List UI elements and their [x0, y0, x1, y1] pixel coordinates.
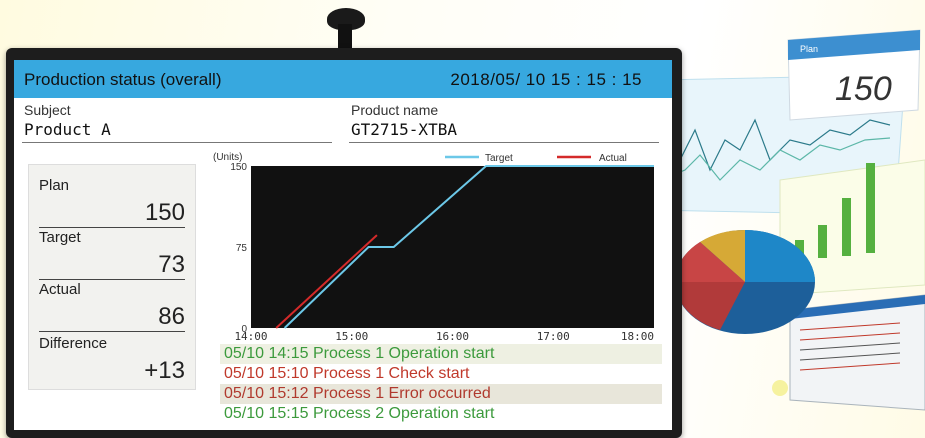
subject-value: Product A [24, 120, 111, 139]
summary-panel: Plan 150 Target 73 Actual 86 Difference … [28, 164, 196, 390]
page-title: Production status (overall) [24, 70, 222, 89]
x-tick-label: 17:00 [537, 330, 570, 343]
plot-area [251, 166, 654, 328]
x-tick-label: 15:00 [335, 330, 368, 343]
subject-underline [22, 142, 332, 143]
actual-value: 86 [158, 303, 185, 330]
legend-actual-label: Actual [599, 153, 627, 164]
log-entry: 05/10 14:15 Process 1 Operation start [220, 344, 662, 364]
x-tick-label: 14:00 [234, 330, 267, 343]
actual-underline [39, 331, 185, 332]
plan-value: 150 [144, 199, 185, 226]
log-entry: 05/10 15:15 Process 2 Operation start [220, 404, 662, 424]
target-label: Target [39, 229, 81, 246]
difference-value: +13 [144, 357, 185, 384]
y-tick-label: 75 [236, 243, 248, 254]
plan-card-value: 150 [835, 70, 892, 108]
production-chart: (Units) Target Actual 150750 14:00 15:00 1… [213, 152, 654, 343]
plan-card-label: Plan [800, 44, 818, 54]
log-entry: 05/10 15:10 Process 1 Check start [220, 364, 662, 384]
dashboard-screen: Production status (overall) 2018/05/ 10 … [14, 60, 672, 430]
target-underline [39, 279, 185, 280]
subject-label: Subject [24, 102, 71, 118]
title-bar: Production status (overall) 2018/05/ 10 … [14, 60, 672, 98]
x-tick-label: 18:00 [621, 330, 654, 343]
legend-target-label: Target [485, 153, 513, 164]
product-name-underline [349, 142, 659, 143]
y-tick-label: 150 [230, 162, 247, 173]
log-entry: 05/10 15:12 Process 1 Error occurred [220, 384, 662, 404]
product-name-value: GT2715-XTBA [351, 120, 457, 139]
plan-label: Plan [39, 177, 70, 194]
plan-underline [39, 227, 185, 228]
target-value: 73 [158, 251, 185, 278]
datetime-display: 2018/05/ 10 15 : 15 : 15 [450, 70, 642, 89]
decorative-graphics: Plan 150 [649, 29, 925, 411]
x-tick-label: 16:00 [436, 330, 469, 343]
event-log: 05/10 14:15 Process 1 Operation start 05… [220, 344, 662, 424]
product-name-label: Product name [351, 102, 439, 118]
difference-label: Difference [39, 335, 108, 352]
actual-label: Actual [39, 281, 81, 298]
